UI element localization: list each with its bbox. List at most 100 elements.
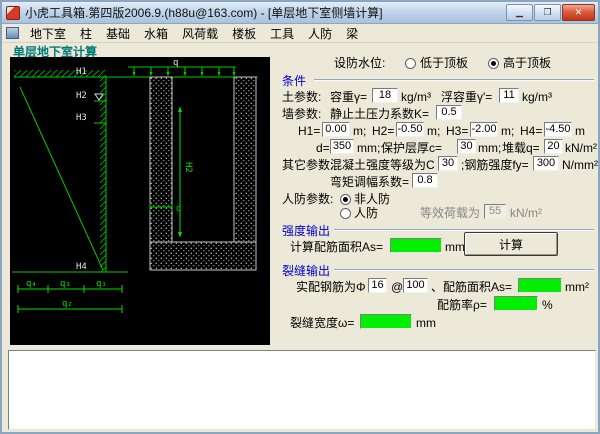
actual-area-unit: mm² <box>565 280 589 294</box>
maximize-button[interactable]: ❐ <box>534 4 561 21</box>
menu-item-windload[interactable]: 风荷载 <box>175 24 225 43</box>
renfang-radio[interactable] <box>340 208 351 219</box>
drawing-label-q1: q₁ <box>96 279 107 289</box>
d-unit: mm; <box>357 141 381 155</box>
buoyant-unit: kg/m³ <box>522 90 552 104</box>
drawing-label-q2: q₂ <box>62 299 73 309</box>
rebar-at-label: @ <box>391 280 404 294</box>
drawing-label-q: q <box>173 58 178 68</box>
drawing-label-h1: H1 <box>76 67 87 77</box>
actual-area-label: 、配筋面积As= <box>431 280 513 294</box>
window-controls: ▁ ❐ ✕ <box>505 4 595 21</box>
minimize-button[interactable]: ▁ <box>506 4 533 21</box>
conditions-section-title: 条件 <box>282 74 307 88</box>
crack-width-unit: mm <box>416 316 436 330</box>
menu-item-slab[interactable]: 楼板 <box>225 24 263 43</box>
wall-params-label: 墙参数: <box>282 107 322 121</box>
window-title: 小虎工具箱.第四版2006.9.(h88u@163.com) - [单层地下室侧… <box>25 6 383 20</box>
buoyant-input[interactable]: 11 <box>499 88 519 103</box>
h4-unit: m <box>575 124 585 138</box>
calculate-button[interactable]: 计算 <box>464 232 558 256</box>
strength-section-line <box>334 229 594 231</box>
ratio-output[interactable] <box>494 296 538 311</box>
h1-label: H1= <box>298 124 321 138</box>
water-level-label: 设防水位: <box>334 56 386 70</box>
steel-unit: N/mm² <box>562 158 598 172</box>
menu-item-tools[interactable]: 工具 <box>263 24 301 43</box>
menu-bar: 地下室 柱 基础 水箱 风荷载 楼板 工具 人防 梁 <box>2 24 598 43</box>
buoyant-label: 浮容重γ'= <box>441 90 493 104</box>
parameter-panel: 设防水位: 低于顶板 高于顶板 条件 土参数: 容重γ= 18 kg/m³ 浮容… <box>272 50 598 346</box>
menu-item-basement[interactable]: 地下室 <box>23 24 73 43</box>
h1-input[interactable]: 0.00 <box>322 122 350 137</box>
menu-item-civildefense[interactable]: 人防 <box>301 24 339 43</box>
ratio-label: 配筋率ρ= <box>437 298 487 312</box>
calc-area-output[interactable] <box>390 238 442 253</box>
close-button[interactable]: ✕ <box>562 4 595 21</box>
d-input[interactable]: 350 <box>330 139 354 154</box>
mdi-child-icon[interactable] <box>6 27 19 39</box>
k-label: 静止土压力系数K= <box>330 107 430 121</box>
menu-item-column[interactable]: 柱 <box>73 24 99 43</box>
rebar-label: 实配钢筋为Φ <box>296 280 366 294</box>
moment-label: 弯矩调幅系数= <box>330 175 410 189</box>
cover-unit: mm; <box>478 141 502 155</box>
rebar-dia-input[interactable]: 16 <box>368 278 387 293</box>
rebar-spacing-input[interactable]: 100 <box>403 278 428 293</box>
results-textarea[interactable] <box>8 350 596 430</box>
equiv-load-unit: kN/m² <box>510 206 542 220</box>
drawing-label-d: d <box>176 204 181 214</box>
calc-area-label: 计算配筋面积As= <box>290 240 384 254</box>
h3-label: H3= <box>446 124 469 138</box>
non-renfang-label[interactable]: 非人防 <box>354 192 390 206</box>
surcharge-input[interactable]: 20 <box>544 139 563 154</box>
menu-item-watertank[interactable]: 水箱 <box>137 24 175 43</box>
moment-input[interactable]: 0.8 <box>412 173 438 188</box>
steel-label: ;钢筋强度fy= <box>461 158 529 172</box>
h4-label: H4= <box>520 124 543 138</box>
drawing-geometry <box>12 66 258 313</box>
gamma-label: 容重γ= <box>330 90 368 104</box>
drawing-label-wall-height: H2 <box>183 162 193 173</box>
k-input[interactable]: 0.5 <box>436 105 462 120</box>
drawing-label-h3: H3 <box>76 113 87 123</box>
d-label: d= <box>316 141 330 155</box>
equiv-load-input: 55 <box>484 204 506 219</box>
steel-input[interactable]: 300 <box>533 156 559 171</box>
actual-area-output[interactable] <box>518 278 562 293</box>
drawing-label-h4: H4 <box>76 262 87 272</box>
water-below-radio[interactable] <box>405 58 416 69</box>
cover-input[interactable]: 30 <box>457 139 476 154</box>
menu-item-foundation[interactable]: 基础 <box>99 24 137 43</box>
app-window: 小虎工具箱.第四版2006.9.(h88u@163.com) - [单层地下室侧… <box>0 0 600 434</box>
gamma-unit: kg/m³ <box>401 90 431 104</box>
h3-input[interactable]: -2.00 <box>470 122 498 137</box>
concrete-label: 混凝土强度等级为C <box>330 158 435 172</box>
h3-unit: m; <box>501 124 515 138</box>
section-drawing: q H1 H2 H3 H4 d H2 q₄ q₃ q₁ q₂ <box>10 57 270 345</box>
h2-unit: m; <box>427 124 441 138</box>
menu-item-beam[interactable]: 梁 <box>339 24 365 43</box>
concrete-input[interactable]: 30 <box>438 156 458 171</box>
drawing-label-q4: q₄ <box>26 279 37 289</box>
other-params-label: 其它参数: <box>282 158 334 172</box>
non-renfang-radio[interactable] <box>340 194 351 205</box>
crack-width-output[interactable] <box>360 314 412 329</box>
h4-input[interactable]: -4.50 <box>544 122 572 137</box>
renfang-label[interactable]: 人防 <box>354 206 378 220</box>
water-below-label[interactable]: 低于顶板 <box>420 56 468 70</box>
surcharge-unit: kN/m² <box>565 141 597 155</box>
water-above-radio[interactable] <box>488 58 499 69</box>
drawing-label-h2: H2 <box>76 91 87 101</box>
strength-section-title: 强度输出 <box>282 224 331 238</box>
gamma-input[interactable]: 18 <box>372 88 398 103</box>
equiv-load-label: 等效荷载为 <box>420 206 481 220</box>
water-above-label[interactable]: 高于顶板 <box>503 56 551 70</box>
app-icon[interactable] <box>6 5 20 20</box>
soil-params-label: 土参数: <box>282 90 322 104</box>
title-bar: 小虎工具箱.第四版2006.9.(h88u@163.com) - [单层地下室侧… <box>2 2 598 24</box>
crack-width-label: 裂缝宽度ω= <box>290 316 355 330</box>
cover-label: 保护层厚c= <box>381 141 443 155</box>
ratio-unit: % <box>542 298 553 312</box>
h2-input[interactable]: -0.50 <box>396 122 424 137</box>
